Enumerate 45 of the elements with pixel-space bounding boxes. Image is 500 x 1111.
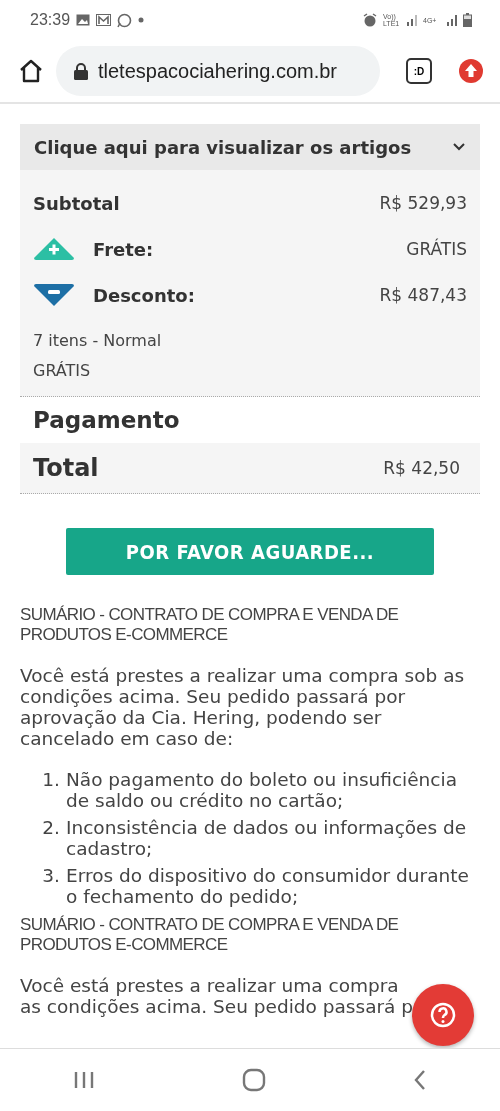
signal-icon <box>447 14 457 26</box>
clock: 23:39 <box>30 11 71 29</box>
minus-triangle-icon <box>33 283 75 307</box>
items-accordion[interactable]: Clique aqui para visualizar os artigos <box>20 124 480 170</box>
lock-icon <box>74 62 88 80</box>
home-icon[interactable] <box>18 58 44 84</box>
chevron-icon <box>452 142 466 152</box>
list-number: 1. <box>42 769 60 792</box>
upload-icon[interactable] <box>458 58 484 84</box>
alarm-icon <box>363 13 377 27</box>
shipping-text: 7 itens - Normal <box>33 330 163 352</box>
contract-intro: Você está prestes a realizar uma compra sob as condições acima. Seu pedido passará por aprovação da Cia. Hering, podendo ser cancelado em caso de: <box>20 665 466 749</box>
line-label: Desconto: <box>93 284 195 306</box>
signal-icon <box>407 14 417 26</box>
payment-heading: Pagamento <box>32 406 181 435</box>
shipping-text: GRÁTIS <box>33 360 92 382</box>
list-text: Erros do dispositivo do consumidor durante o fechamento do pedido; <box>66 865 470 907</box>
total-label: Total <box>33 454 99 482</box>
line-value: GRÁTIS <box>406 239 467 259</box>
address-bar[interactable]: tletespacociahering.com.br <box>56 46 380 96</box>
contract-intro-line: as condições acima. Seu pedido passará p <box>20 996 414 1017</box>
list-text: Inconsistência de dados ou informações de cadastro; <box>66 817 468 859</box>
help-button[interactable] <box>412 984 474 1046</box>
home-nav-icon[interactable] <box>242 1068 266 1092</box>
list-number: 2. <box>42 817 60 840</box>
contract-title: SUMÁRIO - CONTRATO DE COMPRA E VENDA DE PRODUTOS E-COMMERCE <box>20 605 400 645</box>
mail-icon <box>96 14 112 26</box>
line-value: R$ 487,43 <box>379 285 467 305</box>
total-value: R$ 42,50 <box>383 458 460 478</box>
dot-icon <box>138 17 145 23</box>
list-text: Não pagamento do boleto ou insuficiência de saldo ou crédito no cartão; <box>66 769 458 811</box>
subtotal-value: R$ 529,93 <box>379 193 467 213</box>
contract-intro-line: Você está prestes a realizar uma compra <box>20 975 399 996</box>
help-icon <box>430 1002 456 1028</box>
plus-triangle-icon <box>33 237 75 261</box>
line-label: Frete: <box>93 238 154 260</box>
subtotal-label: Subtotal <box>33 192 120 214</box>
chat-icon <box>117 12 133 28</box>
gallery-icon <box>76 14 91 26</box>
list-number: 3. <box>42 865 60 888</box>
recent-apps-icon[interactable] <box>73 1070 96 1090</box>
contract-title: SUMÁRIO - CONTRATO DE COMPRA E VENDA DE PRODUTOS E-COMMERCE <box>20 915 400 955</box>
battery-icon <box>463 13 472 27</box>
back-icon[interactable] <box>412 1069 427 1091</box>
tab-switcher[interactable]: :D <box>406 58 432 84</box>
